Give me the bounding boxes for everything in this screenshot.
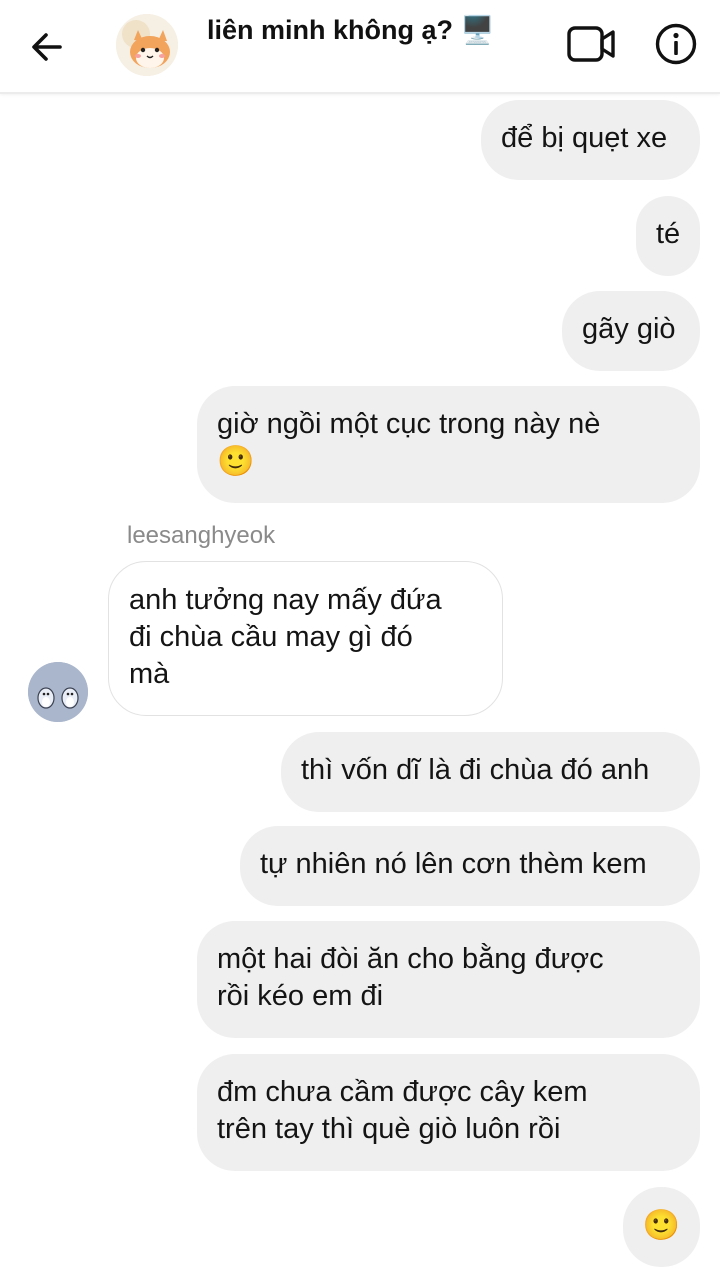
- outgoing-emoji-bubble[interactable]: 🙂: [623, 1187, 700, 1267]
- message-text: giờ ngồi một cục trong này nè: [217, 408, 601, 440]
- chat-title[interactable]: liên minh không ạ? 🖥️: [207, 14, 494, 46]
- chat-header: liên minh không ạ? 🖥️: [0, 0, 720, 94]
- message-text: để bị quẹt xe: [501, 122, 668, 154]
- outgoing-message-bubble[interactable]: tự nhiên nó lên cơn thèm kem: [240, 826, 700, 906]
- outgoing-message-bubble[interactable]: đm chưa cầm được cây kem trên tay thì qu…: [197, 1054, 700, 1171]
- message-text: một hai đòi ăn cho bằng được: [217, 943, 604, 975]
- video-camera-icon: [567, 26, 615, 62]
- outgoing-message-bubble[interactable]: gãy giò: [562, 291, 700, 371]
- back-button[interactable]: [22, 22, 72, 72]
- smile-emoji: 🙂: [642, 1209, 681, 1242]
- message-text: gãy giò: [582, 313, 676, 345]
- message-text: đi chùa cầu may gì đó: [129, 621, 413, 653]
- message-text: anh tưởng nay mấy đứa: [129, 584, 442, 616]
- outgoing-message-bubble[interactable]: để bị quẹt xe: [481, 100, 700, 180]
- message-text: tự nhiên nó lên cơn thèm kem: [260, 848, 647, 880]
- arrow-left-icon: [32, 33, 62, 61]
- message-text: rồi kéo em đi: [217, 980, 384, 1012]
- sender-name[interactable]: leesanghyeok: [127, 522, 275, 550]
- outgoing-message-bubble[interactable]: té: [636, 196, 700, 276]
- outgoing-message-bubble[interactable]: thì vốn dĩ là đi chùa đó anh: [281, 732, 700, 812]
- chat-avatar[interactable]: [116, 14, 178, 76]
- message-text: té: [656, 218, 681, 250]
- info-icon: [655, 23, 697, 65]
- message-text: đm chưa cầm được cây kem: [217, 1076, 588, 1108]
- info-button[interactable]: [654, 22, 698, 66]
- smile-emoji: 🙂: [217, 445, 255, 478]
- video-call-button[interactable]: [566, 22, 618, 66]
- outgoing-message-bubble[interactable]: một hai đòi ăn cho bằng được rồi kéo em …: [197, 921, 700, 1038]
- incoming-message-bubble[interactable]: anh tưởng nay mấy đứa đi chùa cầu may gì…: [108, 561, 503, 716]
- penguins-avatar-image: [28, 662, 88, 722]
- message-text: trên tay thì què giò luôn rồi: [217, 1113, 561, 1145]
- outgoing-message-bubble[interactable]: giờ ngồi một cục trong này nè 🙂: [197, 386, 700, 503]
- message-text: mà: [129, 658, 170, 690]
- message-text: thì vốn dĩ là đi chùa đó anh: [301, 754, 650, 786]
- sender-avatar[interactable]: [28, 662, 88, 722]
- hamster-avatar-image: [116, 14, 178, 76]
